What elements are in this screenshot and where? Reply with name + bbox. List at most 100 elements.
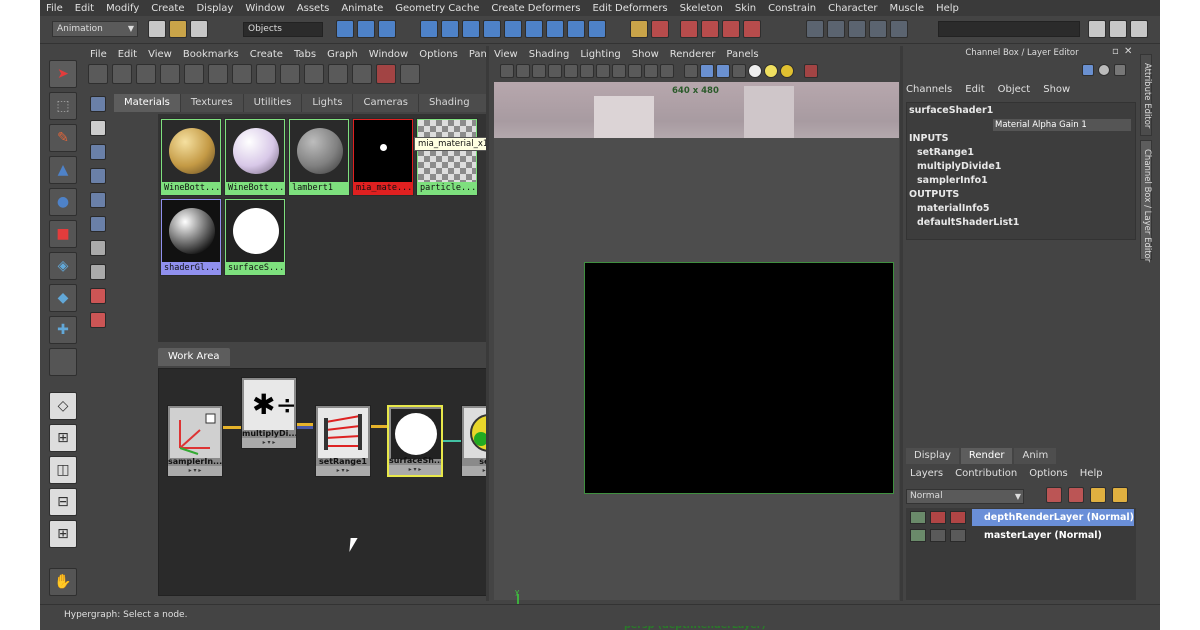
material-swatch[interactable]: shaderGl...: [160, 198, 222, 276]
hs-menu-graph[interactable]: Graph: [327, 49, 358, 60]
select-by-misc-icon[interactable]: [567, 20, 585, 38]
image-plane-icon[interactable]: [548, 64, 562, 78]
history-icon[interactable]: [806, 20, 824, 38]
textured-icon[interactable]: [732, 64, 746, 78]
cb-menu-channels[interactable]: Channels: [906, 84, 952, 95]
le-menu-options[interactable]: Options: [1029, 468, 1068, 479]
snap-curve-icon[interactable]: [680, 20, 698, 38]
paint-select-tool-icon[interactable]: ✎: [49, 124, 77, 152]
panel-divider[interactable]: [900, 46, 903, 601]
recycle-icon[interactable]: [930, 511, 946, 524]
layer-name[interactable]: masterLayer (Normal): [972, 527, 1134, 544]
cb-menu-show[interactable]: Show: [1043, 84, 1070, 95]
node-ports[interactable]: ▸ ▾ ▸: [389, 465, 441, 475]
new-scene-icon[interactable]: [148, 20, 166, 38]
graph-materials-icon[interactable]: [256, 64, 276, 84]
override-icon[interactable]: [950, 511, 966, 524]
textures-icon[interactable]: [90, 192, 106, 208]
snap-view-icon[interactable]: [722, 20, 740, 38]
material-swatch[interactable]: WineBott...: [224, 118, 286, 196]
tab-materials[interactable]: Materials: [114, 94, 181, 112]
node-ports[interactable]: ▸ ▾ ▸: [316, 466, 370, 476]
selection-mask-field[interactable]: Objects: [243, 22, 323, 37]
work-area-graph[interactable]: samplerIn... ▸ ▾ ▸ ✱÷ multiplyDi... ▸ ▾ …: [158, 368, 522, 596]
last-tool-icon[interactable]: [49, 348, 77, 376]
channel-box-side-tab[interactable]: Channel Box / Layer Editor: [1140, 140, 1152, 262]
select-by-handle-icon[interactable]: [420, 20, 438, 38]
ipr-render-icon[interactable]: [848, 20, 866, 38]
tab-cameras[interactable]: Cameras: [353, 94, 419, 112]
speed-icon[interactable]: [1098, 64, 1110, 76]
snap-point-icon[interactable]: [701, 20, 719, 38]
default-lights-icon[interactable]: [748, 64, 762, 78]
hypergraph-node[interactable]: setRange1 ▸ ▾ ▸: [315, 405, 371, 477]
film-gate-icon[interactable]: [580, 64, 594, 78]
input-line-icon[interactable]: [890, 20, 908, 38]
viewport-canvas[interactable]: 640 x 480 y x z persp (depthRenderLayer): [494, 82, 899, 630]
select-camera-icon[interactable]: [500, 64, 514, 78]
all-lights-icon[interactable]: [764, 64, 778, 78]
renderable-icon[interactable]: [910, 511, 926, 524]
show-manip-tool-icon[interactable]: ✚: [49, 316, 77, 344]
render-settings-icon[interactable]: [869, 20, 887, 38]
node-name[interactable]: surfaceShader1: [909, 105, 993, 116]
material-swatch[interactable]: particle...: [416, 118, 478, 196]
menu-create[interactable]: Create: [151, 3, 184, 14]
component-mode-icon[interactable]: [378, 20, 396, 38]
single-pane-layout-icon[interactable]: ◇: [49, 392, 77, 420]
attribute-editor-toggle-icon[interactable]: [1088, 20, 1106, 38]
menu-character[interactable]: Character: [828, 3, 877, 14]
menu-assets[interactable]: Assets: [297, 3, 330, 14]
menu-file[interactable]: File: [46, 3, 63, 14]
node-ports[interactable]: ▸ ▾ ▸: [242, 438, 296, 448]
bookmarks-icon[interactable]: [532, 64, 546, 78]
manipulator-tool-icon[interactable]: ◈: [49, 252, 77, 280]
vp-menu-lighting[interactable]: Lighting: [580, 49, 620, 60]
sort-type-icon[interactable]: [90, 264, 106, 280]
save-scene-icon[interactable]: [190, 20, 208, 38]
attribute-editor-side-tab[interactable]: Attribute Editor: [1140, 54, 1152, 136]
layer-row[interactable]: masterLayer (Normal): [906, 527, 1136, 544]
select-by-deform-icon[interactable]: [504, 20, 522, 38]
graph-output-connections-icon[interactable]: [304, 64, 324, 84]
menu-geometry-cache[interactable]: Geometry Cache: [395, 3, 479, 14]
menu-animate[interactable]: Animate: [341, 3, 383, 14]
hs-menu-create[interactable]: Create: [250, 49, 283, 60]
select-by-curve-icon[interactable]: [462, 20, 480, 38]
input-node[interactable]: multiplyDivide1: [917, 161, 1001, 172]
select-by-dynamic-icon[interactable]: [525, 20, 543, 38]
menu-muscle[interactable]: Muscle: [889, 3, 924, 14]
hand-icon[interactable]: ✋: [49, 568, 77, 596]
layer-row[interactable]: depthRenderLayer (Normal): [906, 509, 1136, 526]
vp-menu-renderer[interactable]: Renderer: [670, 49, 716, 60]
hypergraph-node[interactable]: surfaceSh... ▸ ▾ ▸: [387, 405, 443, 477]
move-layer-up-icon[interactable]: [1046, 487, 1062, 503]
material-swatch[interactable]: WineBott...: [160, 118, 222, 196]
select-by-render-icon[interactable]: [546, 20, 564, 38]
safe-action-icon[interactable]: [644, 64, 658, 78]
hypergraph-node[interactable]: ✱÷ multiplyDi... ▸ ▾ ▸: [241, 377, 299, 449]
camera-attributes-icon[interactable]: [516, 64, 530, 78]
menu-help[interactable]: Help: [936, 3, 959, 14]
menu-set-dropdown[interactable]: Animation ▼: [52, 21, 138, 37]
channel-box-toggle-icon[interactable]: [1130, 20, 1148, 38]
manipulator-icon[interactable]: [1082, 64, 1094, 76]
sort-reverse-icon[interactable]: [90, 312, 106, 328]
menu-skin[interactable]: Skin: [735, 3, 756, 14]
menu-constrain[interactable]: Constrain: [768, 3, 816, 14]
move-layer-down-icon[interactable]: [1068, 487, 1084, 503]
graph-input-connections-icon[interactable]: [280, 64, 300, 84]
cb-menu-edit[interactable]: Edit: [965, 84, 984, 95]
graph-both-connections-icon[interactable]: [328, 64, 348, 84]
menu-edit[interactable]: Edit: [75, 3, 94, 14]
override-icon[interactable]: [950, 529, 966, 542]
select-by-lock-icon[interactable]: [588, 20, 606, 38]
remove-selected-icon[interactable]: [376, 64, 396, 84]
lasso-tool-icon[interactable]: ⬚: [49, 92, 77, 120]
grid-icon[interactable]: [564, 64, 578, 78]
new-layer-from-selected-icon[interactable]: [1112, 487, 1128, 503]
menu-display[interactable]: Display: [196, 3, 233, 14]
tab-anim-layers[interactable]: Anim: [1014, 448, 1057, 464]
output-node[interactable]: materialInfo5: [917, 203, 989, 214]
le-menu-help[interactable]: Help: [1080, 468, 1103, 479]
